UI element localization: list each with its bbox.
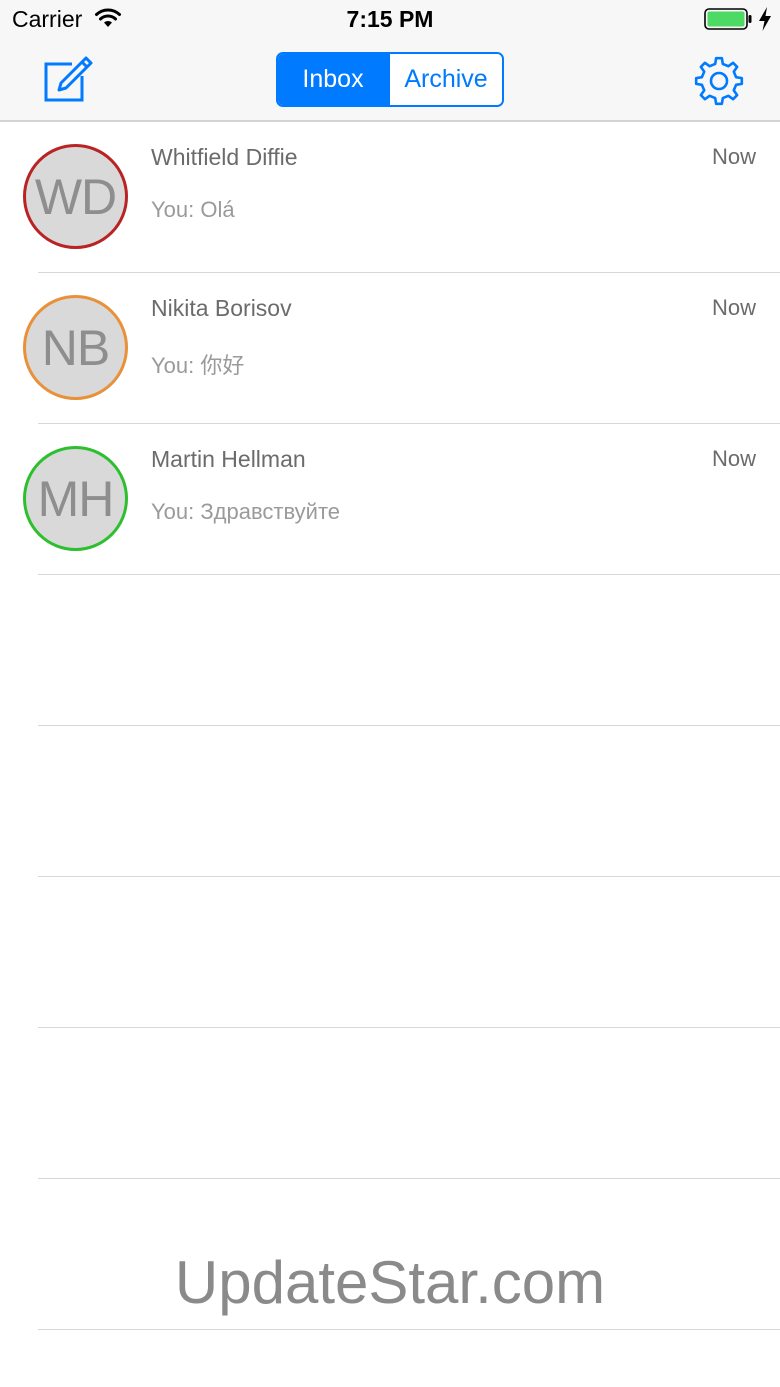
contact-name: Martin Hellman: [151, 446, 306, 472]
header: Carrier 7:15 PM Inbox Archive: [0, 0, 780, 122]
gear-icon[interactable]: [692, 54, 746, 108]
message-time: Now: [711, 295, 756, 320]
message-preview: You: Здравствуйте: [151, 499, 341, 524]
avatar: NB: [23, 295, 128, 400]
conversation-list: WD Whitfield Diffie Now You: Olá NB Niki…: [0, 122, 780, 1330]
avatar: MH: [23, 446, 128, 551]
conversation-row[interactable]: WD Whitfield Diffie Now You: Olá: [0, 122, 780, 273]
status-bar: Carrier 7:15 PM: [0, 0, 780, 40]
empty-list-row: [0, 726, 780, 877]
message-preview: You: Olá: [151, 197, 235, 222]
avatar: WD: [23, 144, 128, 249]
battery-icon: [704, 8, 752, 30]
tab-inbox[interactable]: Inbox: [278, 54, 390, 105]
message-time: Now: [711, 446, 756, 471]
lightning-bolt-icon: [759, 7, 771, 31]
empty-list-row: [0, 575, 780, 726]
conversation-row[interactable]: MH Martin Hellman Now You: Здравствуйте: [0, 424, 780, 575]
empty-list-row: [0, 877, 780, 1028]
inbox-archive-segmented-control: Inbox Archive: [276, 52, 504, 107]
contact-name: Nikita Borisov: [151, 295, 292, 321]
contact-name: Whitfield Diffie: [151, 144, 298, 170]
message-preview: You: 你好: [151, 353, 245, 378]
message-time: Now: [711, 144, 756, 169]
compose-icon[interactable]: [40, 54, 94, 108]
tab-archive[interactable]: Archive: [390, 54, 502, 105]
watermark: UpdateStar.com: [174, 1249, 606, 1316]
status-time: 7:15 PM: [346, 6, 434, 32]
empty-list-row: [0, 1028, 780, 1179]
conversation-row[interactable]: NB Nikita Borisov Now You: 你好: [0, 273, 780, 424]
navigation-bar: Inbox Archive: [0, 40, 780, 120]
